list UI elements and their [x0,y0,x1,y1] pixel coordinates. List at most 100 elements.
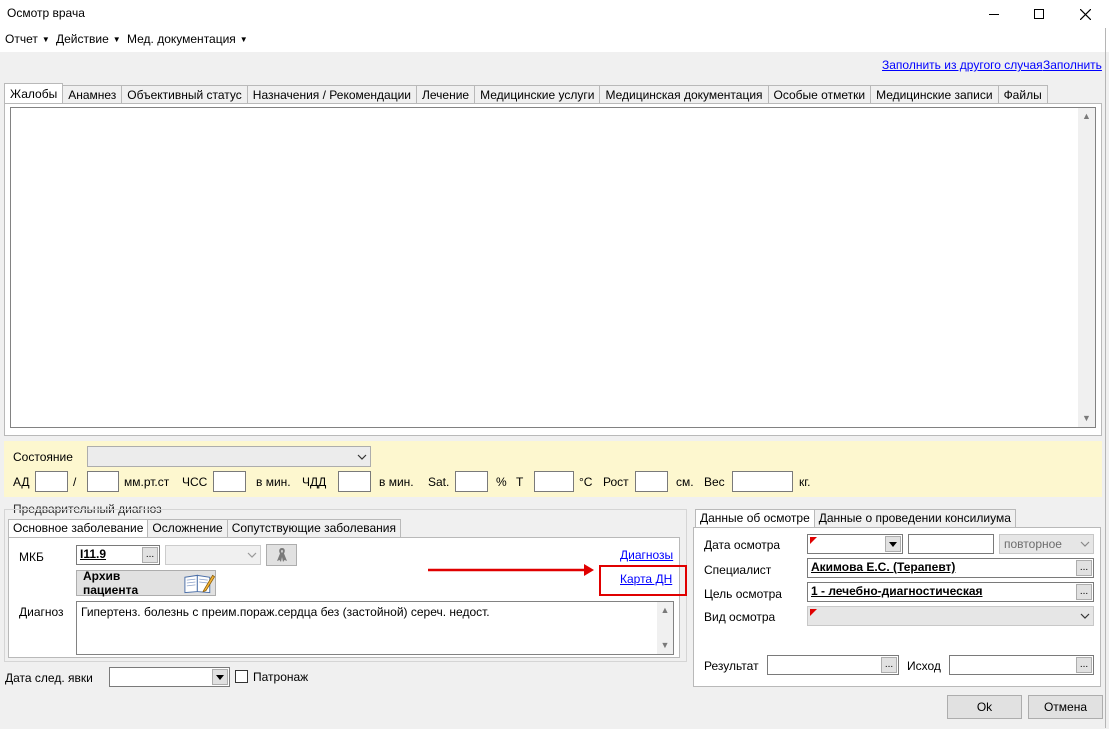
outcome-browse-button[interactable]: ... [1076,657,1092,673]
temperature-input[interactable] [534,471,574,492]
mkb-browse-button[interactable]: ... [142,547,158,563]
hr-unit: в мин. [256,475,291,489]
ok-button[interactable]: Ok [947,695,1022,719]
calendar-dropdown-button[interactable] [212,669,228,685]
fill-link[interactable]: Заполнить [1043,58,1102,72]
tab-complaints[interactable]: Жалобы [4,83,64,104]
next-visit-label: Дата след. явки [5,671,93,685]
tab-files[interactable]: Файлы [997,85,1048,104]
hr-input[interactable] [213,471,246,492]
result-browse-button[interactable]: ... [881,657,897,673]
visit-type-value: повторное [1004,537,1062,551]
tab-main-disease[interactable]: Основное заболевание [8,519,149,537]
menu-report[interactable]: Отчет ▼ [5,32,50,46]
maximize-icon [1034,9,1044,19]
tab-anamnesis[interactable]: Анамнез [62,85,123,104]
tab-concomitant-diseases[interactable]: Сопутствующие заболевания [226,519,401,537]
close-button[interactable] [1062,0,1108,28]
tab-exam-data[interactable]: Данные об осмотре [695,509,815,527]
specialist-value: Акимова Е.С. (Терапевт) [811,560,956,574]
tab-medical-documentation[interactable]: Медицинская документация [599,85,769,104]
temperature-unit: °С [579,475,593,489]
minimize-button[interactable] [971,0,1017,28]
hr-label: ЧСС [182,475,208,489]
exam-kind-select[interactable] [807,606,1094,626]
rr-input[interactable] [338,471,371,492]
mkb-label: МКБ [19,550,44,564]
scroll-down-icon[interactable]: ▼ [657,637,673,654]
scroll-up-icon[interactable]: ▲ [657,602,673,619]
main-tabs: Жалобы Анамнез Объективный статус Назнач… [4,83,1048,104]
patronage-checkbox[interactable] [235,670,248,683]
outcome-label: Исход [907,659,941,673]
sat-input[interactable] [455,471,488,492]
state-value [88,447,96,451]
visit-type-select[interactable]: повторное [999,534,1094,554]
close-icon [1079,8,1091,20]
exam-time-input[interactable] [908,534,994,554]
tab-complication[interactable]: Осложнение [147,519,228,537]
scroll-up-icon[interactable]: ▲ [1078,108,1095,125]
next-visit-date-input[interactable] [109,667,230,687]
mkb-input[interactable]: I11.9 ... [76,545,160,565]
exam-goal-input[interactable]: 1 - лечебно-диагностическая ... [807,582,1094,602]
scroll-down-icon[interactable]: ▼ [1078,410,1095,427]
diagnosis-scrollbar[interactable]: ▲ ▼ [657,602,673,654]
window-title: Осмотр врача [7,6,85,20]
height-label: Рост [603,475,629,489]
ad-diastolic-input[interactable] [87,471,119,492]
mkb-subselect[interactable] [165,545,261,565]
ribbon-button[interactable] [266,544,297,566]
menu-med-docs[interactable]: Мед. документация ▼ [127,32,248,46]
weight-unit: кг. [799,475,811,489]
height-input[interactable] [635,471,668,492]
chevron-down-icon[interactable] [243,546,260,564]
menu-action-label: Действие [56,32,109,46]
exam-date-input[interactable] [807,534,903,554]
chevron-down-icon[interactable] [1076,535,1093,553]
maximize-button[interactable] [1016,0,1062,28]
caret-down-icon: ▼ [239,35,248,45]
required-marker [810,609,817,616]
tab-consilium-data[interactable]: Данные о проведении консилиума [813,509,1016,527]
ad-separator: / [73,475,77,489]
chevron-down-icon[interactable] [1076,607,1093,625]
book-pencil-icon [183,574,215,594]
exam-goal-browse-button[interactable]: ... [1076,584,1092,600]
menu-action[interactable]: Действие ▼ [56,32,121,46]
tab-objective-status[interactable]: Объективный статус [121,85,248,104]
tab-special-marks[interactable]: Особые отметки [767,85,872,104]
fill-from-other-case-link[interactable]: Заполнить из другого случая [882,58,1043,72]
complaints-textarea[interactable]: ▲ ▼ [10,107,1096,428]
complaints-scrollbar[interactable]: ▲ ▼ [1078,108,1095,427]
exam-date-label: Дата осмотра [704,538,781,552]
caret-down-icon: ▼ [41,35,50,45]
title-bar [0,0,1109,28]
patient-archive-button[interactable]: Архив пациента [76,569,216,597]
temperature-label: Т [516,475,524,489]
exam-kind-label: Вид осмотра [704,610,776,624]
exam-goal-label: Цель осмотра [704,587,782,601]
complaints-text [11,108,19,112]
dn-card-link[interactable]: Карта ДН [620,572,672,586]
state-label: Состояние [13,450,73,464]
sat-label: Sat. [428,475,450,489]
tab-medical-records[interactable]: Медицинские записи [870,85,999,104]
ad-systolic-input[interactable] [35,471,68,492]
chevron-down-icon[interactable] [353,447,370,466]
result-input[interactable]: ... [767,655,899,675]
specialist-input[interactable]: Акимова Е.С. (Терапевт) ... [807,558,1094,578]
exam-date-dropdown-button[interactable] [885,536,901,552]
state-select[interactable] [87,446,371,467]
rr-label: ЧДД [302,475,327,489]
cancel-button[interactable]: Отмена [1028,695,1103,719]
outcome-input[interactable]: ... [949,655,1094,675]
diagnosis-text: Гипертенз. болезнь с преим.пораж.сердца … [81,605,490,619]
diagnosis-textarea[interactable]: Гипертенз. болезнь с преим.пораж.сердца … [76,601,674,655]
tab-medical-services[interactable]: Медицинские услуги [474,85,601,104]
tab-treatment[interactable]: Лечение [416,85,476,104]
tab-prescriptions[interactable]: Назначения / Рекомендации [246,85,418,104]
weight-input[interactable] [732,471,793,492]
diagnoses-link[interactable]: Диагнозы [620,548,673,562]
specialist-browse-button[interactable]: ... [1076,560,1092,576]
